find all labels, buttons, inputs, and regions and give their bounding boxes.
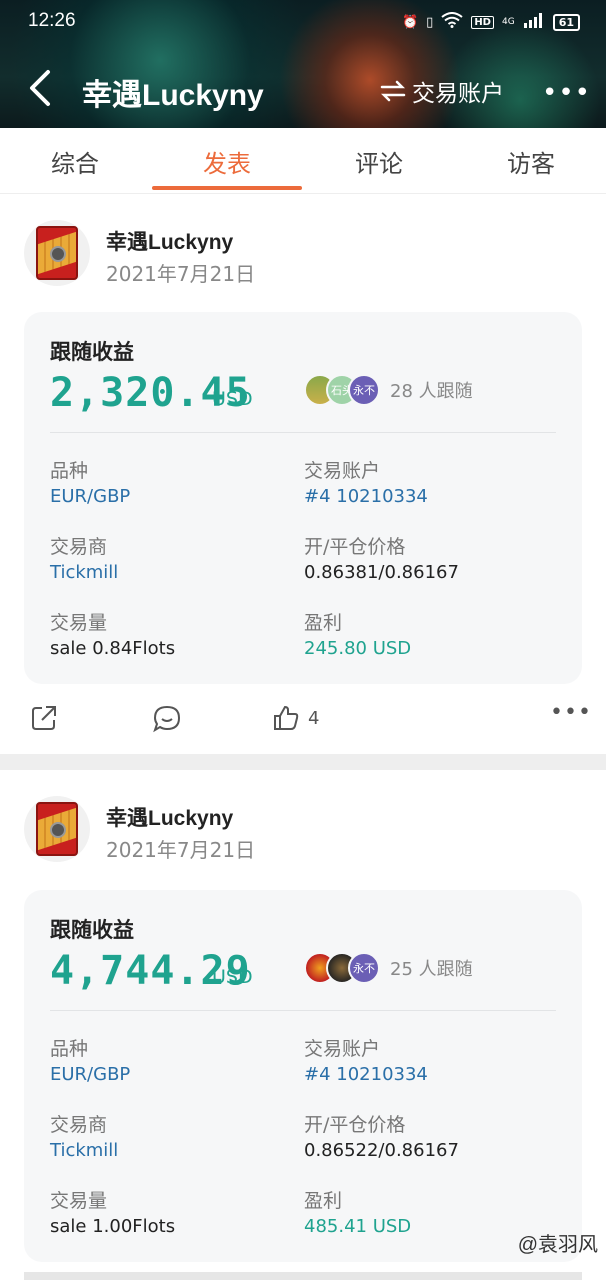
volume-value: sale 1.00Flots	[50, 1216, 176, 1237]
watermark: @袁羽风	[517, 1234, 598, 1256]
followers-group[interactable]: 永不 25 人跟随	[304, 952, 473, 984]
avatar-image	[36, 226, 78, 280]
post-date: 2021年7月21日	[106, 262, 256, 286]
follower-avatar: 永不	[348, 374, 380, 406]
status-time: 12:26	[28, 10, 76, 31]
card-divider	[50, 432, 556, 433]
follow-earnings-currency: USD	[212, 966, 253, 988]
back-button[interactable]	[26, 68, 56, 108]
next-post-edge	[24, 1272, 582, 1280]
volume-label: 交易量	[50, 612, 108, 634]
price-value: 0.86381/0.86167	[304, 562, 459, 583]
tab-comments[interactable]: 评论	[304, 144, 454, 179]
profile-header: 12:26 ⏰ ▯ HD 4G 61 幸遇Luckyny 交易账户 •••	[0, 0, 606, 128]
profit-value: 485.41 USD	[304, 1216, 412, 1237]
tab-visitors[interactable]: 访客	[456, 144, 606, 179]
post-username[interactable]: 幸遇Luckyny	[106, 802, 233, 832]
hd-badge: HD	[471, 15, 494, 29]
active-tab-indicator	[152, 186, 302, 190]
thumbs-up-icon	[274, 705, 299, 730]
symbol-label: 品种	[50, 460, 89, 482]
avatar-image	[36, 802, 78, 856]
post-item: 幸遇Luckyny 2021年7月21日 跟随收益 2,320.45 USD 石…	[0, 194, 606, 754]
post-separator	[0, 754, 606, 770]
account-label: 交易账户	[304, 1038, 381, 1060]
post-more-button[interactable]: •••	[550, 700, 592, 725]
card-divider	[50, 1010, 556, 1011]
volume-label: 交易量	[50, 1190, 108, 1212]
swap-icon	[380, 80, 406, 102]
wifi-icon	[441, 12, 463, 32]
account-label: 交易账户	[304, 460, 381, 482]
like-button[interactable]: 4	[272, 704, 319, 732]
symbol-value[interactable]: EUR/GBP	[50, 1064, 130, 1085]
trade-card[interactable]: 跟随收益 2,320.45 USD 石头 永不 28 人跟随 品种 EUR/GB…	[24, 312, 582, 684]
tab-overview[interactable]: 综合	[0, 144, 150, 179]
signal-icon	[523, 12, 545, 32]
account-value[interactable]: #4 10210334	[304, 1064, 428, 1085]
post-actions: 4 •••	[0, 700, 606, 744]
chevron-left-icon	[30, 70, 50, 106]
broker-value[interactable]: Tickmill	[50, 1140, 118, 1161]
profit-label: 盈利	[304, 612, 343, 634]
symbol-value[interactable]: EUR/GBP	[50, 486, 130, 507]
status-icons: ⏰ ▯ HD 4G 61	[402, 12, 580, 32]
post-username[interactable]: 幸遇Luckyny	[106, 226, 233, 256]
share-icon	[32, 706, 56, 730]
post-item: 幸遇Luckyny 2021年7月21日 跟随收益 4,744.29 USD 永…	[0, 770, 606, 1280]
share-button[interactable]	[30, 704, 58, 732]
follow-earnings-currency: USD	[212, 388, 253, 410]
comment-icon	[153, 705, 181, 733]
battery-indicator: 61	[552, 13, 580, 31]
tab-bar: 综合 发表 评论 访客	[0, 128, 606, 194]
trade-card[interactable]: 跟随收益 4,744.29 USD 永不 25 人跟随 品种 EUR/GBP 交…	[24, 890, 582, 1262]
follower-avatar: 永不	[348, 952, 380, 984]
follow-earnings-label: 跟随收益	[50, 918, 134, 942]
price-value: 0.86522/0.86167	[304, 1140, 459, 1161]
broker-value[interactable]: Tickmill	[50, 562, 118, 583]
followers-group[interactable]: 石头 永不 28 人跟随	[304, 374, 473, 406]
switch-account-button[interactable]: 交易账户	[380, 74, 504, 108]
alarm-icon: ⏰	[401, 14, 419, 30]
follow-earnings-label: 跟随收益	[50, 340, 134, 364]
followers-count: 25 人跟随	[390, 959, 473, 980]
network-type: 4G	[501, 17, 515, 27]
status-bar: 12:26 ⏰ ▯ HD 4G 61	[0, 10, 606, 36]
price-label: 开/平仓价格	[304, 1114, 406, 1136]
avatar[interactable]	[24, 220, 90, 286]
broker-label: 交易商	[50, 1114, 108, 1136]
profit-label: 盈利	[304, 1190, 343, 1212]
avatar[interactable]	[24, 796, 90, 862]
more-options-button[interactable]: •••	[542, 78, 591, 108]
volume-value: sale 0.84Flots	[50, 638, 176, 659]
account-value[interactable]: #4 10210334	[304, 486, 428, 507]
symbol-label: 品种	[50, 1038, 89, 1060]
switch-account-label: 交易账户	[412, 81, 504, 107]
vibrate-icon: ▯	[426, 14, 434, 30]
price-label: 开/平仓价格	[304, 536, 406, 558]
followers-count: 28 人跟随	[390, 381, 473, 402]
profit-value: 245.80 USD	[304, 638, 412, 659]
tab-posts[interactable]: 发表	[152, 144, 302, 179]
like-count: 4	[308, 707, 320, 729]
broker-label: 交易商	[50, 536, 108, 558]
profile-name-title: 幸遇Luckyny	[82, 79, 264, 112]
comment-button[interactable]	[152, 704, 182, 734]
post-date: 2021年7月21日	[106, 838, 256, 862]
